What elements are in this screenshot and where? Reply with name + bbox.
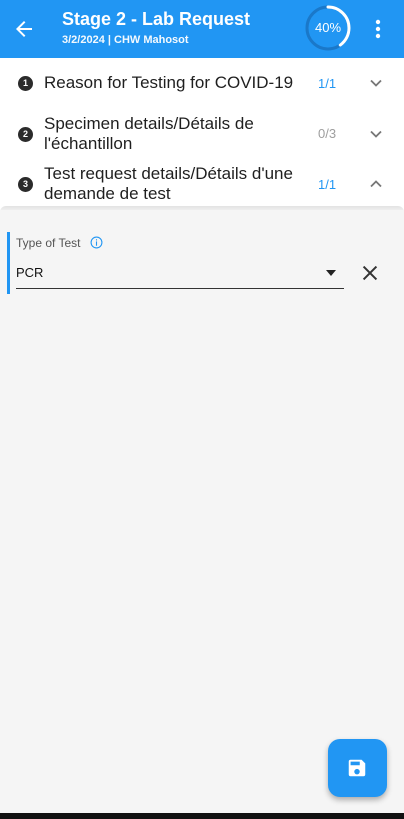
save-button[interactable] xyxy=(328,739,387,797)
page-title: Stage 2 - Lab Request xyxy=(62,9,251,29)
section-count: 1/1 xyxy=(318,76,337,91)
save-icon xyxy=(348,759,366,777)
system-nav-bar xyxy=(0,813,404,819)
field-label-type-of-test: Type of Test xyxy=(16,236,81,250)
section-number: 3 xyxy=(18,177,33,192)
form-content-area xyxy=(0,210,404,819)
progress-label: 40% xyxy=(314,20,342,35)
close-icon[interactable] xyxy=(359,262,381,284)
type-of-test-select[interactable]: PCR xyxy=(16,258,344,289)
section-title: Test request details/Détails d'une deman… xyxy=(44,164,293,203)
chevron-up-icon[interactable] xyxy=(366,174,386,194)
chevron-down-icon[interactable] xyxy=(366,124,386,144)
section-number: 2 xyxy=(18,127,33,142)
app-bar: Stage 2 - Lab Request 3/2/2024 | CHW Mah… xyxy=(0,0,404,58)
type-of-test-value: PCR xyxy=(16,265,44,280)
section-title: Reason for Testing for COVID-19 xyxy=(44,73,294,92)
dropdown-caret-icon xyxy=(326,270,336,276)
section-specimen-details[interactable]: 2 Specimen details/Détails de l'échantil… xyxy=(0,108,404,160)
chevron-down-icon[interactable] xyxy=(366,73,386,93)
info-icon[interactable] xyxy=(90,236,103,249)
page-subtitle: 3/2/2024 | CHW Mahosot xyxy=(62,34,189,46)
section-count: 0/3 xyxy=(318,126,337,141)
section-reason-for-testing[interactable]: 1 Reason for Testing for COVID-19 1/1 xyxy=(0,58,404,108)
section-number: 1 xyxy=(18,76,33,91)
back-arrow-icon[interactable] xyxy=(12,17,36,41)
section-title: Specimen details/Détails de l'échantillo… xyxy=(44,114,254,153)
section-count: 1/1 xyxy=(318,177,337,192)
section-test-request-details[interactable]: 3 Test request details/Détails d'une dem… xyxy=(0,160,404,206)
more-vert-icon[interactable] xyxy=(366,17,390,41)
field-indicator-bar xyxy=(7,232,10,294)
progress-indicator: 40% xyxy=(304,4,352,52)
